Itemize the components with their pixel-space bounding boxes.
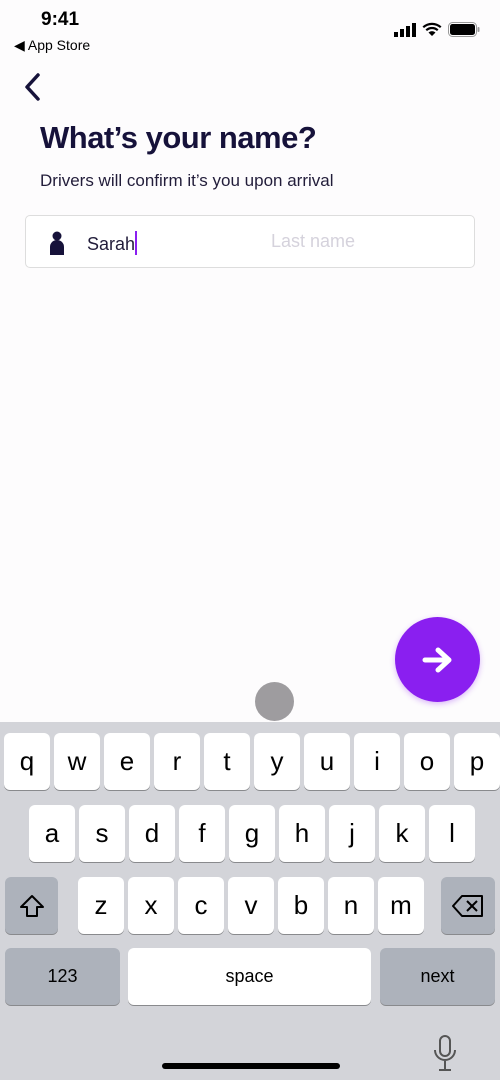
key-n[interactable]: n <box>328 877 374 934</box>
delete-key[interactable] <box>441 877 495 934</box>
key-d[interactable]: d <box>129 805 175 862</box>
first-name-value: Sarah <box>87 234 136 254</box>
numbers-key[interactable]: 123 <box>5 948 120 1005</box>
page-title: What’s your name? <box>40 120 317 155</box>
back-button[interactable] <box>18 70 48 104</box>
key-k[interactable]: k <box>379 805 425 862</box>
keyboard: qwertyuiop asdfghjkl zxcvbnm 123 space nex… <box>0 722 500 1080</box>
key-m[interactable]: m <box>378 877 424 934</box>
key-o[interactable]: o <box>404 733 450 790</box>
home-indicator <box>162 1063 340 1069</box>
last-name-input[interactable]: Last name <box>271 231 355 252</box>
person-icon <box>50 231 64 255</box>
key-s[interactable]: s <box>79 805 125 862</box>
key-e[interactable]: e <box>104 733 150 790</box>
key-b[interactable]: b <box>278 877 324 934</box>
space-key[interactable]: space <box>128 948 371 1005</box>
backspace-icon <box>452 894 483 917</box>
status-time: 9:41 <box>41 9 80 30</box>
key-v[interactable]: v <box>228 877 274 934</box>
next-button[interactable] <box>395 617 480 702</box>
key-z[interactable]: z <box>78 877 124 934</box>
key-q[interactable]: q <box>4 733 50 790</box>
text-caret <box>135 231 138 255</box>
key-u[interactable]: u <box>304 733 350 790</box>
touch-indicator <box>255 682 294 721</box>
key-r[interactable]: r <box>154 733 200 790</box>
microphone-icon[interactable] <box>432 1035 458 1073</box>
back-to-app-store[interactable]: ◀ App Store <box>14 37 90 54</box>
arrow-right-icon <box>422 647 451 672</box>
next-key[interactable]: next <box>380 948 495 1005</box>
key-t[interactable]: t <box>204 733 250 790</box>
signal-icon <box>394 22 416 37</box>
battery-icon <box>448 22 480 37</box>
key-f[interactable]: f <box>179 805 225 862</box>
key-h[interactable]: h <box>279 805 325 862</box>
status-icons <box>394 22 480 37</box>
key-c[interactable]: c <box>178 877 224 934</box>
name-field: Sarah Last name <box>25 215 475 268</box>
key-a[interactable]: a <box>29 805 75 862</box>
key-w[interactable]: w <box>54 733 100 790</box>
key-g[interactable]: g <box>229 805 275 862</box>
key-y[interactable]: y <box>254 733 300 790</box>
first-name-input[interactable]: Sarah <box>87 231 138 255</box>
key-l[interactable]: l <box>429 805 475 862</box>
page-subtitle: Drivers will confirm it’s you upon arriv… <box>40 171 334 190</box>
wifi-icon <box>422 22 442 36</box>
key-p[interactable]: p <box>454 733 500 790</box>
key-x[interactable]: x <box>128 877 174 934</box>
key-i[interactable]: i <box>354 733 400 790</box>
chevron-left-icon <box>25 73 40 101</box>
key-j[interactable]: j <box>329 805 375 862</box>
shift-key[interactable] <box>5 877 58 934</box>
shift-icon <box>19 894 44 917</box>
